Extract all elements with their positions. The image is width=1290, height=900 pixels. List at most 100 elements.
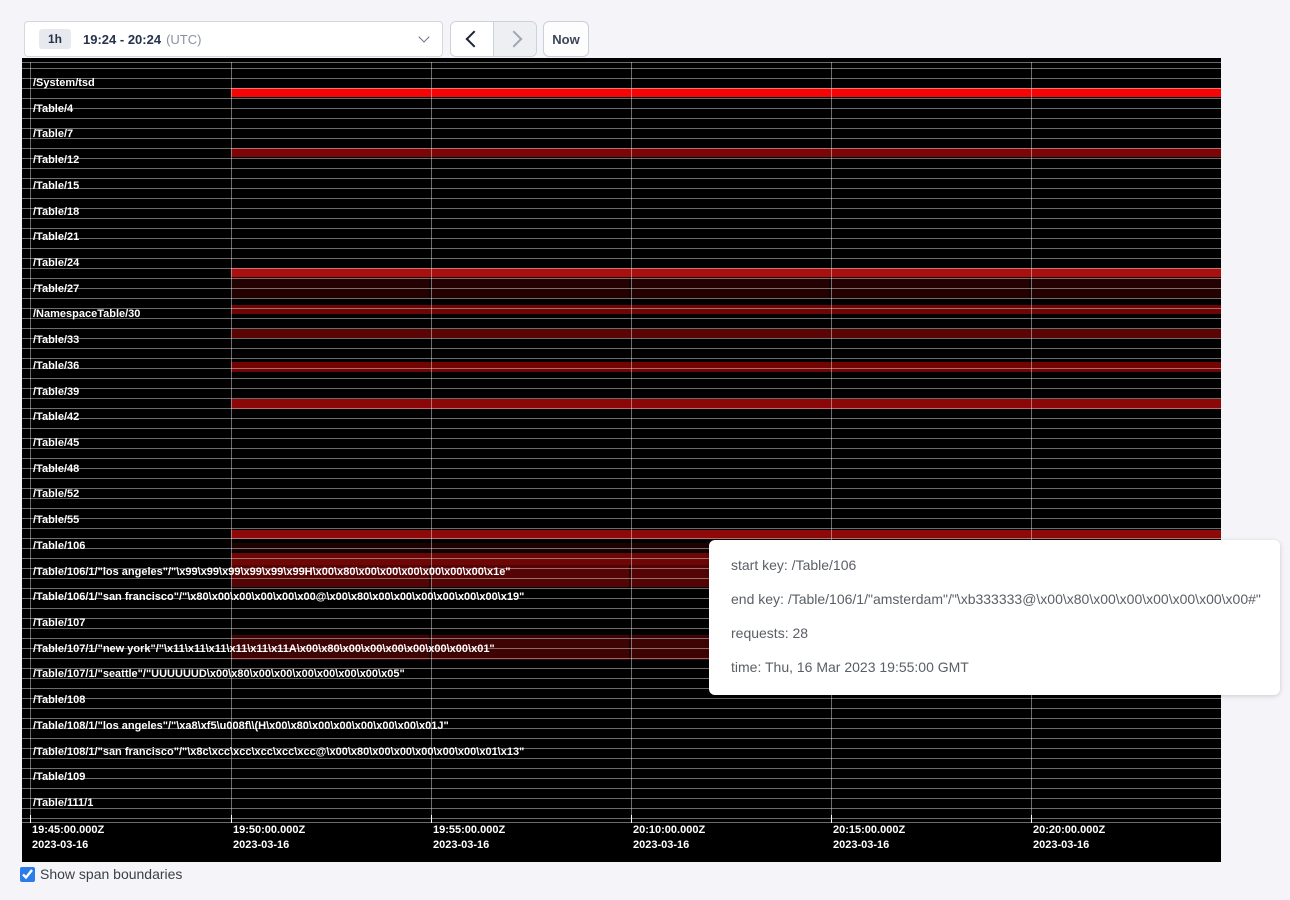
row-label: /Table/39 [33,387,79,398]
time-gridline [431,62,432,822]
next-range-button[interactable] [493,22,536,56]
span-boundary-line [22,388,1221,389]
row-label: /NamespaceTable/30 [33,309,140,320]
time-range-timezone: (UTC) [166,32,201,47]
span-boundary-line [22,798,1221,799]
chevron-down-icon [418,31,429,42]
span-boundary-line [22,62,1221,63]
span-boundary-line [22,188,1221,189]
x-axis-time: 20:20:00.000Z [1033,824,1105,837]
show-span-boundaries-toggle[interactable]: Show span boundaries [20,866,182,882]
span-boundary-line [22,168,1221,169]
heat-band [231,362,1221,372]
span-boundary-line [22,718,1221,719]
row-label: /Table/108/1/"los angeles"/"\xa8\xf5\u00… [33,721,449,732]
x-axis-date: 2023-03-16 [1033,839,1105,852]
span-boundary-line [22,458,1221,459]
span-boundary-line [22,98,1221,99]
tooltip-requests: requests: 28 [731,625,1258,642]
span-boundary-line [22,278,1221,279]
x-axis-label: 20:20:00.000Z 2023-03-16 [1033,824,1105,852]
axis-tick [30,815,31,823]
axis-tick [1031,815,1032,823]
span-boundary-line [22,138,1221,139]
axis-tick [831,815,832,823]
span-boundary-line [22,108,1221,109]
span-boundary-line [22,488,1221,489]
span-boundary-line [22,198,1221,199]
row-label: /Table/106/1/"san francisco"/"\x80\x00\x… [33,592,524,603]
row-label: /Table/21 [33,232,79,243]
heat-band [231,329,1221,338]
row-label: /Table/109 [33,772,85,783]
row-label: /Table/36 [33,361,79,372]
span-boundary-line [22,758,1221,759]
span-boundary-line [22,368,1221,369]
tooltip-start-key: start key: /Table/106 [731,557,1258,574]
heat-band [231,148,1221,157]
time-gridline [631,62,632,822]
x-axis-label: 19:45:00.000Z 2023-03-16 [32,824,104,852]
span-boundary-line [22,128,1221,129]
time-gridline [831,62,832,822]
span-boundary-line [22,358,1221,359]
axis-tick [631,815,632,823]
span-boundary-line [22,478,1221,479]
row-label: /Table/111/1 [33,798,93,809]
heat-band [231,268,1221,277]
tooltip-end-key: end key: /Table/106/1/"amsterdam"/"\xb33… [731,591,1258,608]
time-gridline [1031,62,1032,822]
span-boundary-line [22,258,1221,259]
now-button[interactable]: Now [543,21,589,57]
span-boundary-line [22,822,1221,823]
span-boundary-line [22,118,1221,119]
x-axis-time: 20:15:00.000Z [833,824,905,837]
span-boundary-line [22,228,1221,229]
axis-tick [231,815,232,823]
row-label: /System/tsd [33,78,95,89]
chevron-right-icon [505,31,522,48]
x-axis-label: 19:55:00.000Z2023-03-16 [433,824,505,852]
span-boundary-line [22,428,1221,429]
span-boundary-line [22,698,1221,699]
row-label: /Table/12 [33,155,79,166]
row-label: /Table/33 [33,335,79,346]
time-range-dropdown[interactable]: 1h 19:24 - 20:24 (UTC) [24,21,443,57]
range-tooltip: start key: /Table/106 end key: /Table/10… [709,540,1280,695]
row-label: /Table/7 [33,129,73,140]
x-axis-date: 2023-03-16 [32,839,104,852]
x-axis-label: 20:15:00.000Z 2023-03-16 [833,824,905,852]
span-boundary-line [22,68,1221,69]
span-boundary-line [22,298,1221,299]
row-label: /Table/42 [33,412,79,423]
x-axis-time: 19:45:00.000Z [32,824,104,837]
span-boundary-line [22,378,1221,379]
row-label: /Table/4 [33,104,73,115]
span-boundary-line [22,308,1221,309]
span-boundary-line [22,708,1221,709]
span-boundary-line [22,338,1221,339]
heat-band [231,88,1221,97]
x-axis-time: 19:55:00.000Z [433,824,505,837]
span-boundary-line [22,398,1221,399]
row-label: /Table/52 [33,489,79,500]
span-boundary-line [22,778,1221,779]
row-label: /Table/18 [33,207,79,218]
span-boundary-line [22,438,1221,439]
row-label: /Table/108 [33,695,85,706]
x-axis-date: 2023-03-16 [833,839,905,852]
tooltip-time: time: Thu, 16 Mar 2023 19:55:00 GMT [731,659,1258,676]
span-boundary-line [22,238,1221,239]
show-span-boundaries-checkbox[interactable] [20,867,35,882]
span-boundary-line [22,328,1221,329]
span-boundary-line [22,738,1221,739]
keyvis-canvas[interactable]: /System/tsd/Table/4/Table/7/Table/12/Tab… [22,58,1221,862]
row-label: /Table/107/1/"new york"/"\x11\x11\x11\x1… [33,644,495,655]
span-boundary-line [22,268,1221,269]
row-label: /Table/55 [33,515,79,526]
row-label: /Table/45 [33,438,79,449]
span-boundary-line [22,498,1221,499]
span-boundary-line [22,408,1221,409]
x-axis-label: 20:10:00.000Z2023-03-16 [633,824,705,852]
previous-range-button[interactable] [451,22,493,56]
